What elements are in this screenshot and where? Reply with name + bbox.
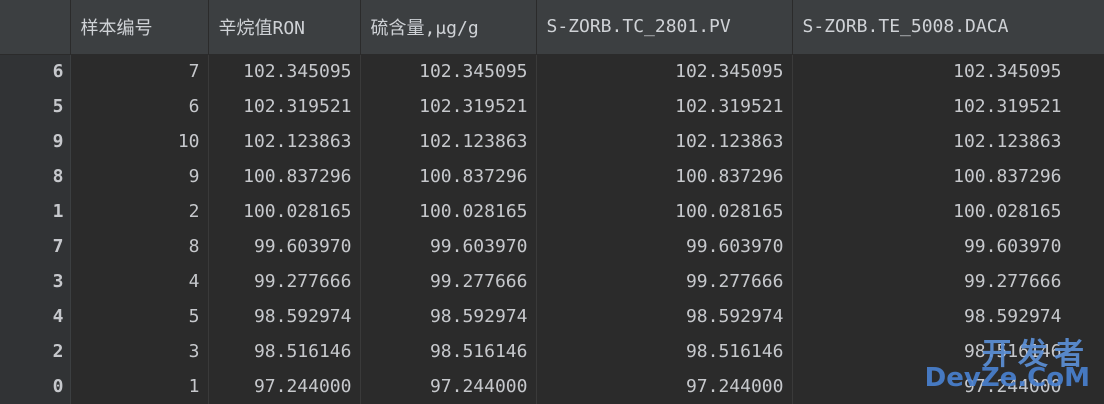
cell-tc2801[interactable]: 97.244000 <box>536 369 793 404</box>
column-header-tc2801[interactable]: S-ZORB.TC_2801.PV <box>536 0 793 55</box>
cell-sample-id[interactable]: 10 <box>70 124 209 159</box>
column-header-te5008[interactable]: S-ZORB.TE_5008.DACA <box>792 0 1104 55</box>
cell-sulfur[interactable]: 100.028165 <box>360 194 537 229</box>
table-row[interactable]: 6 7 102.345095 102.345095 102.345095 102… <box>0 54 1104 89</box>
cell-ron[interactable]: 98.516146 <box>208 334 361 369</box>
cell-sample-id[interactable]: 5 <box>70 299 209 334</box>
cell-te5008[interactable]: 97.244000 <box>792 369 1104 404</box>
cell-sample-id[interactable]: 4 <box>70 264 209 299</box>
cell-tc2801[interactable]: 102.123863 <box>536 124 793 159</box>
row-index: 5 <box>0 89 71 124</box>
row-index: 2 <box>0 334 71 369</box>
cell-tc2801[interactable]: 99.603970 <box>536 229 793 264</box>
cell-sulfur[interactable]: 102.123863 <box>360 124 537 159</box>
cell-te5008[interactable]: 102.345095 <box>792 54 1104 89</box>
table-row[interactable]: 9 10 102.123863 102.123863 102.123863 10… <box>0 124 1104 159</box>
cell-te5008[interactable]: 100.837296 <box>792 159 1104 194</box>
row-index: 9 <box>0 124 71 159</box>
cell-te5008[interactable]: 102.319521 <box>792 89 1104 124</box>
cell-tc2801[interactable]: 100.028165 <box>536 194 793 229</box>
column-header-sulfur[interactable]: 硫含量,μg/g <box>360 0 537 55</box>
cell-ron[interactable]: 102.319521 <box>208 89 361 124</box>
cell-sulfur[interactable]: 99.277666 <box>360 264 537 299</box>
cell-sulfur[interactable]: 98.592974 <box>360 299 537 334</box>
cell-ron[interactable]: 100.837296 <box>208 159 361 194</box>
cell-ron[interactable]: 99.277666 <box>208 264 361 299</box>
cell-te5008[interactable]: 100.028165 <box>792 194 1104 229</box>
cell-sample-id[interactable]: 3 <box>70 334 209 369</box>
table-row[interactable]: 0 1 97.244000 97.244000 97.244000 97.244… <box>0 369 1104 404</box>
row-index: 0 <box>0 369 71 404</box>
header-row: 样本编号 辛烷值RON 硫含量,μg/g S-ZORB.TC_2801.PV S… <box>0 0 1104 55</box>
cell-te5008[interactable]: 98.592974 <box>792 299 1104 334</box>
column-header-ron[interactable]: 辛烷值RON <box>208 0 361 55</box>
cell-ron[interactable]: 102.345095 <box>208 54 361 89</box>
cell-te5008[interactable]: 102.123863 <box>792 124 1104 159</box>
cell-ron[interactable]: 102.123863 <box>208 124 361 159</box>
cell-ron[interactable]: 100.028165 <box>208 194 361 229</box>
cell-tc2801[interactable]: 99.277666 <box>536 264 793 299</box>
table-row[interactable]: 8 9 100.837296 100.837296 100.837296 100… <box>0 159 1104 194</box>
data-table: 样本编号 辛烷值RON 硫含量,μg/g S-ZORB.TC_2801.PV S… <box>0 0 1104 404</box>
cell-ron[interactable]: 97.244000 <box>208 369 361 404</box>
cell-ron[interactable]: 99.603970 <box>208 229 361 264</box>
cell-te5008[interactable]: 99.603970 <box>792 229 1104 264</box>
cell-sample-id[interactable]: 2 <box>70 194 209 229</box>
index-column-header[interactable] <box>0 0 71 55</box>
cell-sulfur[interactable]: 102.345095 <box>360 54 537 89</box>
table-row[interactable]: 5 6 102.319521 102.319521 102.319521 102… <box>0 89 1104 124</box>
table-row[interactable]: 1 2 100.028165 100.028165 100.028165 100… <box>0 194 1104 229</box>
cell-sulfur[interactable]: 98.516146 <box>360 334 537 369</box>
table-row[interactable]: 4 5 98.592974 98.592974 98.592974 98.592… <box>0 299 1104 334</box>
row-index: 7 <box>0 229 71 264</box>
row-index: 8 <box>0 159 71 194</box>
cell-te5008[interactable]: 99.277666 <box>792 264 1104 299</box>
table-row[interactable]: 7 8 99.603970 99.603970 99.603970 99.603… <box>0 229 1104 264</box>
cell-sulfur[interactable]: 102.319521 <box>360 89 537 124</box>
cell-tc2801[interactable]: 98.516146 <box>536 334 793 369</box>
cell-sample-id[interactable]: 1 <box>70 369 209 404</box>
cell-tc2801[interactable]: 100.837296 <box>536 159 793 194</box>
cell-tc2801[interactable]: 102.319521 <box>536 89 793 124</box>
cell-sample-id[interactable]: 9 <box>70 159 209 194</box>
row-index: 4 <box>0 299 71 334</box>
cell-tc2801[interactable]: 98.592974 <box>536 299 793 334</box>
cell-sulfur[interactable]: 99.603970 <box>360 229 537 264</box>
row-index: 1 <box>0 194 71 229</box>
row-index: 3 <box>0 264 71 299</box>
table-row[interactable]: 2 3 98.516146 98.516146 98.516146 98.516… <box>0 334 1104 369</box>
table-row[interactable]: 3 4 99.277666 99.277666 99.277666 99.277… <box>0 264 1104 299</box>
cell-sample-id[interactable]: 8 <box>70 229 209 264</box>
cell-sulfur[interactable]: 97.244000 <box>360 369 537 404</box>
column-header-sample-id[interactable]: 样本编号 <box>70 0 209 55</box>
cell-sulfur[interactable]: 100.837296 <box>360 159 537 194</box>
row-index: 6 <box>0 54 71 89</box>
cell-tc2801[interactable]: 102.345095 <box>536 54 793 89</box>
cell-te5008[interactable]: 98.516146 <box>792 334 1104 369</box>
cell-sample-id[interactable]: 6 <box>70 89 209 124</box>
cell-ron[interactable]: 98.592974 <box>208 299 361 334</box>
cell-sample-id[interactable]: 7 <box>70 54 209 89</box>
